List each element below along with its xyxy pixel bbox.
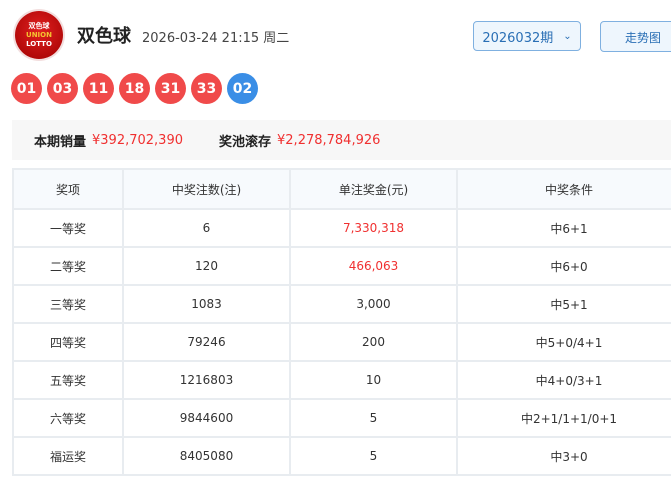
table-row: 一等奖 6 7,330,318 中6+1 xyxy=(12,208,671,248)
table-row: 四等奖 79246 200 中5+0/4+1 xyxy=(12,322,671,362)
chevron-down-icon: ⌄ xyxy=(563,30,572,42)
pool-value: ¥2,278,784,926 xyxy=(277,132,381,148)
win-condition: 中4+0/3+1 xyxy=(456,360,671,400)
winner-count: 1083 xyxy=(122,284,291,324)
prize-level: 四等奖 xyxy=(12,322,124,362)
prize-amount: 5 xyxy=(289,398,458,438)
lottery-logo: 双色球 UNION LOTTO xyxy=(15,11,63,59)
prize-table: 奖项 中奖注数(注) 单注奖金(元) 中奖条件 一等奖 6 7,330,318 中6+… xyxy=(12,168,671,476)
prize-amount: 5 xyxy=(289,436,458,476)
table-row: 福运奖 8405080 5 中3+0 xyxy=(12,436,671,476)
red-ball: 31 xyxy=(155,73,186,104)
table-row: 二等奖 120 466,063 中6+0 xyxy=(12,246,671,286)
prize-amount: 200 xyxy=(289,322,458,362)
win-condition: 中5+1 xyxy=(456,284,671,324)
table-header: 奖项 中奖注数(注) 单注奖金(元) 中奖条件 xyxy=(12,168,671,210)
prize-amount: 10 xyxy=(289,360,458,400)
winner-count: 1216803 xyxy=(122,360,291,400)
draw-date: 2026-03-24 21:15 周二 xyxy=(142,31,290,46)
winner-count: 8405080 xyxy=(122,436,291,476)
win-condition: 中2+1/1+1/0+1 xyxy=(456,398,671,438)
col-condition: 中奖条件 xyxy=(456,168,671,210)
prize-level: 一等奖 xyxy=(12,208,124,248)
winner-count: 6 xyxy=(122,208,291,248)
table-row: 三等奖 1083 3,000 中5+1 xyxy=(12,284,671,324)
winning-numbers: 01 03 11 18 31 33 02 xyxy=(11,73,258,104)
prize-amount: 466,063 xyxy=(289,246,458,286)
winner-count: 79246 xyxy=(122,322,291,362)
prize-amount: 3,000 xyxy=(289,284,458,324)
prize-level: 二等奖 xyxy=(12,246,124,286)
page-title: 双色球 xyxy=(77,26,131,47)
win-condition: 中6+0 xyxy=(456,246,671,286)
table-row: 六等奖 9844600 5 中2+1/1+1/0+1 xyxy=(12,398,671,438)
col-winners: 中奖注数(注) xyxy=(122,168,291,210)
col-amount: 单注奖金(元) xyxy=(289,168,458,210)
prize-level: 三等奖 xyxy=(12,284,124,324)
issue-value: 2026032期 xyxy=(482,30,554,46)
issue-select[interactable]: 2026032期 ⌄ xyxy=(473,21,581,51)
prize-level: 福运奖 xyxy=(12,436,124,476)
prize-amount: 7,330,318 xyxy=(289,208,458,248)
red-ball: 33 xyxy=(191,73,222,104)
trend-chart-button[interactable]: 走势图 xyxy=(600,21,671,52)
pool-label: 奖池滚存 xyxy=(219,134,272,150)
winner-count: 9844600 xyxy=(122,398,291,438)
prize-level: 六等奖 xyxy=(12,398,124,438)
sales-label: 本期销量 xyxy=(34,134,87,150)
summary-bar: 本期销量 ¥392,702,390 奖池滚存 ¥2,278,784,926 xyxy=(12,120,671,160)
table-row: 五等奖 1216803 10 中4+0/3+1 xyxy=(12,360,671,400)
red-ball: 18 xyxy=(119,73,150,104)
red-ball: 11 xyxy=(83,73,114,104)
red-ball: 01 xyxy=(11,73,42,104)
red-ball: 03 xyxy=(47,73,78,104)
col-prize: 奖项 xyxy=(12,168,124,210)
win-condition: 中5+0/4+1 xyxy=(456,322,671,362)
win-condition: 中3+0 xyxy=(456,436,671,476)
blue-ball: 02 xyxy=(227,73,258,104)
winner-count: 120 xyxy=(122,246,291,286)
prize-level: 五等奖 xyxy=(12,360,124,400)
win-condition: 中6+1 xyxy=(456,208,671,248)
sales-value: ¥392,702,390 xyxy=(92,132,183,148)
